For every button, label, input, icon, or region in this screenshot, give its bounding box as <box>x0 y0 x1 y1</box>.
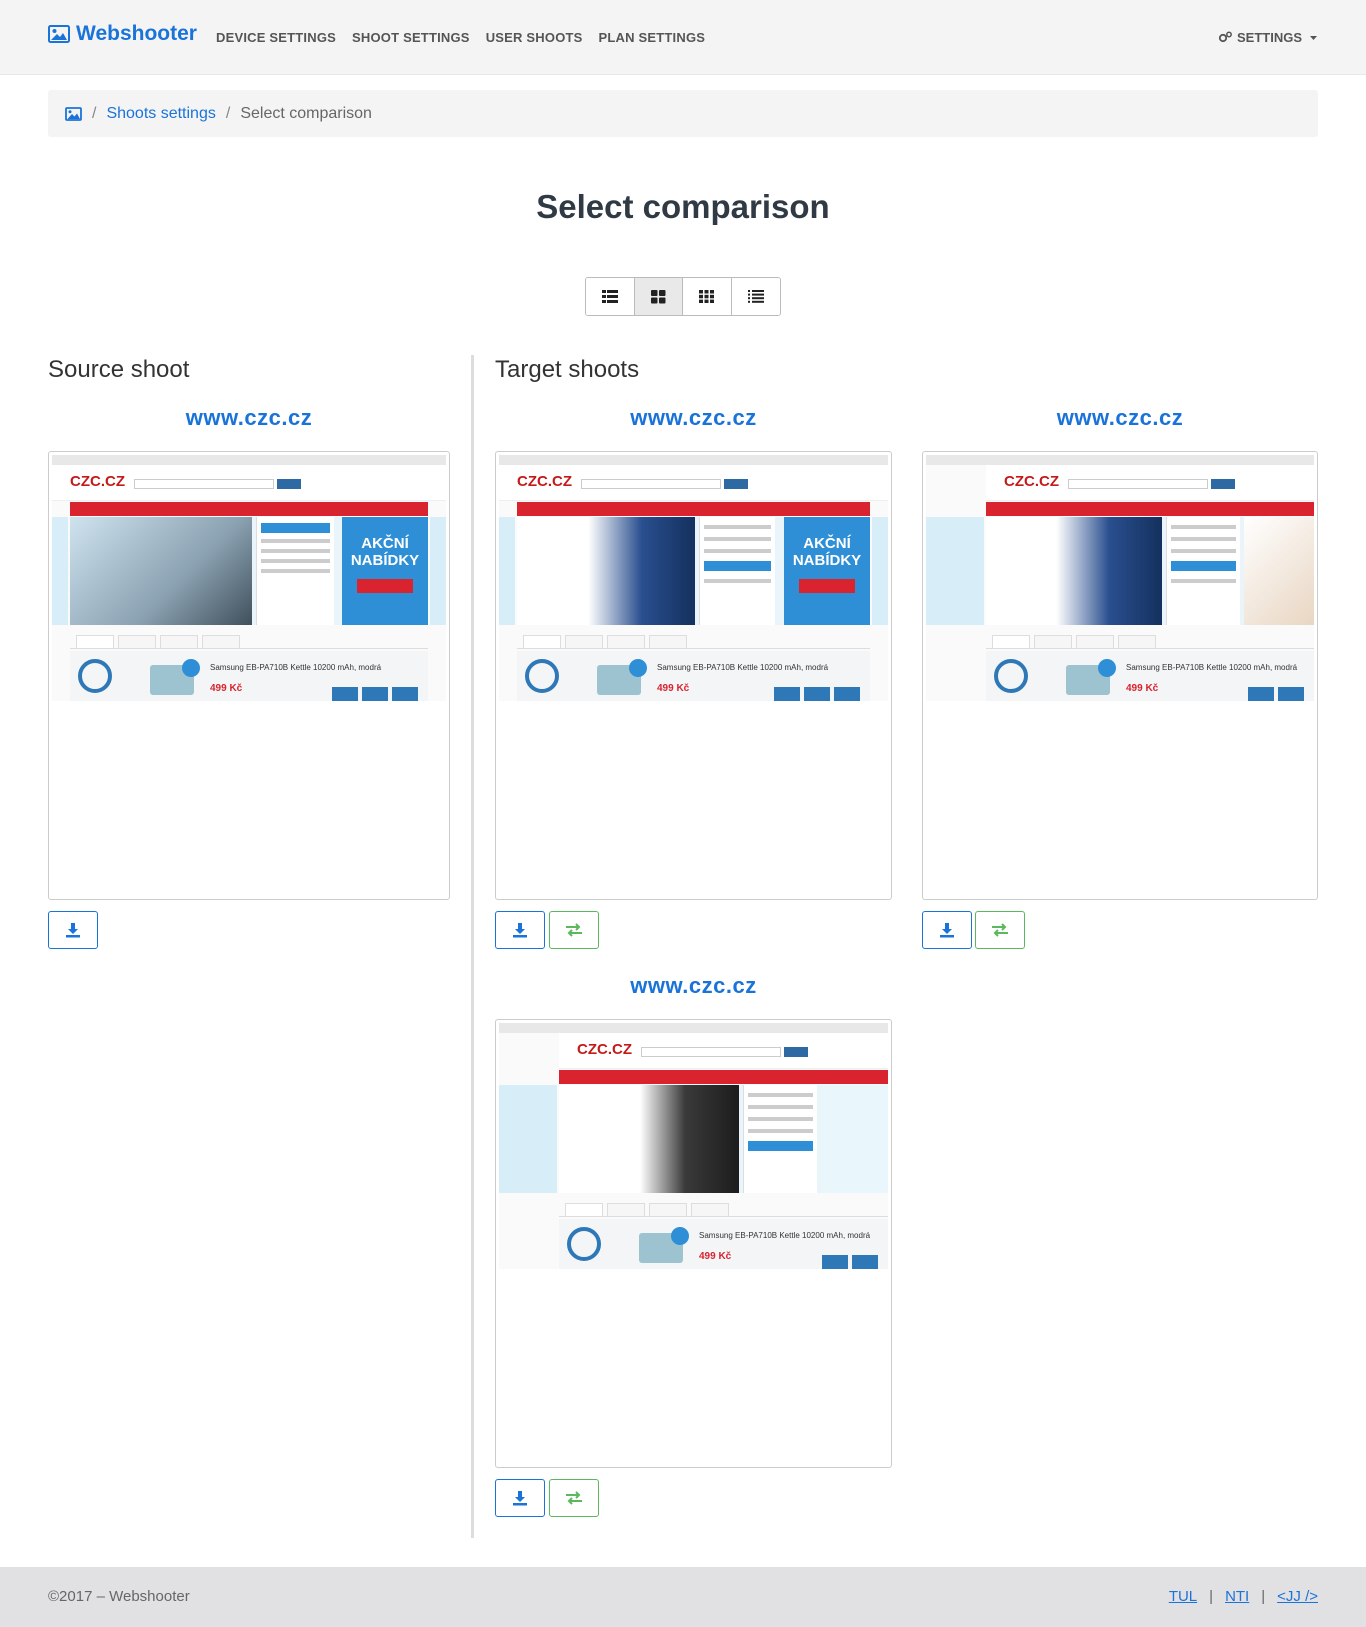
target-shoot-card[interactable]: CZC.CZ Samsung EB-PA710B Kettle 10200 mA… <box>922 451 1318 900</box>
settings-label: SETTINGS <box>1236 30 1302 45</box>
nav-device-settings[interactable]: DEVICE SETTINGS <box>216 30 336 45</box>
compare-button[interactable] <box>975 911 1025 949</box>
footer-separator: | <box>1209 1588 1214 1605</box>
clock-icon <box>994 659 1028 693</box>
download-button[interactable] <box>495 1479 545 1517</box>
site-logo: CZC.CZ <box>1004 473 1059 490</box>
download-icon <box>513 1491 527 1506</box>
nav-user-shoots[interactable]: USER SHOOTS <box>486 30 583 45</box>
breadcrumb-shoots-settings[interactable]: Shoots settings <box>106 105 215 123</box>
screenshot-thumbnail[interactable]: CZC.CZ Samsung EB-PA710B Kettle 10200 mA… <box>926 455 1314 701</box>
product-price: 499 Kč <box>657 683 690 694</box>
image-icon <box>48 25 70 43</box>
site-logo: CZC.CZ <box>70 473 125 490</box>
gears-icon <box>1218 31 1232 43</box>
download-icon <box>513 923 527 938</box>
target-shoot-card[interactable]: CZC.CZ AKČNÍ NABÍDKY Samsung EB-PA710B K… <box>495 451 892 900</box>
clock-icon <box>525 659 559 693</box>
source-shoot-card[interactable]: CZC.CZ AKČNÍ NABÍDKY Samsung EB-PA710B K… <box>48 451 450 900</box>
swap-arrows-icon <box>566 1491 582 1505</box>
product-price: 499 Kč <box>699 1251 732 1262</box>
list-view-icon <box>601 290 618 303</box>
shoot-url-label: www.czc.cz <box>185 405 313 430</box>
large-grid-icon <box>650 289 666 303</box>
breadcrumb-current: Select comparison <box>240 104 372 122</box>
breadcrumb-separator: / <box>225 104 231 122</box>
product-name: Samsung EB-PA710B Kettle 10200 mAh, modr… <box>699 1231 871 1240</box>
page-title: Select comparison <box>536 188 830 225</box>
product-price: 499 Kč <box>1126 683 1159 694</box>
copyright: ©2017 – Webshooter <box>48 1588 190 1605</box>
target-shoot-card[interactable]: CZC.CZ Samsung EB-PA710B Kettle 10200 mA… <box>495 1019 892 1468</box>
product-name: Samsung EB-PA710B Kettle 10200 mAh, modr… <box>657 663 829 672</box>
product-price: 499 Kč <box>210 683 243 694</box>
shoot-url-label: www.czc.cz <box>1056 405 1184 430</box>
swap-arrows-icon <box>992 923 1008 937</box>
column-divider <box>471 355 474 1538</box>
view-switcher <box>585 277 781 316</box>
detail-list-icon <box>747 290 764 303</box>
footer-links: TUL | NTI | <JJ /> <box>1169 1588 1318 1605</box>
brand-link[interactable]: Webshooter <box>48 22 197 46</box>
footer: ©2017 – Webshooter TUL | NTI | <JJ /> <box>0 1567 1366 1627</box>
breadcrumb: / Shoots settings / Select comparison <box>48 90 1318 137</box>
nav-plan-settings[interactable]: PLAN SETTINGS <box>599 30 706 45</box>
download-icon <box>66 923 80 938</box>
clock-icon <box>78 659 112 693</box>
swap-arrows-icon <box>566 923 582 937</box>
download-button[interactable] <box>922 911 972 949</box>
caret-down-icon <box>1310 35 1317 40</box>
screenshot-thumbnail[interactable]: CZC.CZ Samsung EB-PA710B Kettle 10200 mA… <box>499 1023 888 1269</box>
download-icon <box>940 923 954 938</box>
small-grid-button[interactable] <box>683 278 732 315</box>
compare-button[interactable] <box>549 911 599 949</box>
small-grid-icon <box>699 290 715 303</box>
screenshot-thumbnail[interactable]: CZC.CZ AKČNÍ NABÍDKY Samsung EB-PA710B K… <box>499 455 888 701</box>
compare-button[interactable] <box>549 1479 599 1517</box>
download-button[interactable] <box>495 911 545 949</box>
site-logo: CZC.CZ <box>517 473 572 490</box>
footer-separator: | <box>1261 1588 1266 1605</box>
breadcrumb-separator: / <box>92 104 97 122</box>
settings-dropdown[interactable]: SETTINGS <box>1218 30 1318 45</box>
large-grid-button[interactable] <box>634 278 683 315</box>
footer-link-nti[interactable]: NTI <box>1225 1588 1249 1605</box>
target-shoots-heading: Target shoots <box>495 356 640 383</box>
footer-link-tul[interactable]: TUL <box>1169 1588 1197 1605</box>
nav-shoot-settings[interactable]: SHOOT SETTINGS <box>352 30 470 45</box>
navbar: Webshooter DEVICE SETTINGS SHOOT SETTING… <box>0 0 1366 75</box>
download-button[interactable] <box>48 911 98 949</box>
list-view-button[interactable] <box>586 278 635 315</box>
clock-icon <box>567 1227 601 1261</box>
main-nav: DEVICE SETTINGS SHOOT SETTINGS USER SHOO… <box>216 30 705 45</box>
product-name: Samsung EB-PA710B Kettle 10200 mAh, modr… <box>210 663 382 672</box>
brand-name: Webshooter <box>76 22 197 45</box>
shoot-url-label: www.czc.cz <box>630 973 757 998</box>
footer-link-jj[interactable]: <JJ /> <box>1277 1588 1318 1605</box>
product-name: Samsung EB-PA710B Kettle 10200 mAh, modr… <box>1126 663 1298 672</box>
detail-list-button[interactable] <box>731 278 780 315</box>
home-image-icon[interactable] <box>65 106 82 121</box>
screenshot-thumbnail[interactable]: CZC.CZ AKČNÍ NABÍDKY Samsung EB-PA710B K… <box>52 455 446 701</box>
shoot-url-label: www.czc.cz <box>630 405 757 430</box>
site-logo: CZC.CZ <box>577 1041 632 1058</box>
source-shoot-heading: Source shoot <box>48 356 190 383</box>
